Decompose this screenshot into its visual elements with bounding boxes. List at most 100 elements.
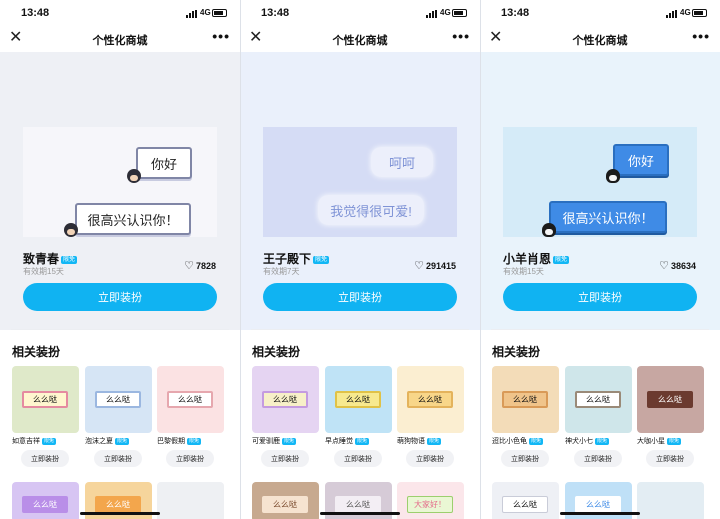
like-count[interactable]: ♡ 291415 bbox=[414, 259, 456, 272]
related-thumbnail[interactable]: 么么哒 bbox=[12, 366, 79, 433]
related-apply-button[interactable]: 立即装扮 bbox=[261, 450, 309, 467]
nav-bar: ✕ 个性化商城 ••• bbox=[480, 26, 720, 52]
battery-icon bbox=[452, 9, 467, 17]
related-card[interactable]: 么么哒 迢比小色龟 限免 立即装扮 bbox=[492, 366, 559, 467]
preview-bubble-1: 你好 bbox=[136, 147, 192, 179]
related-apply-button[interactable]: 立即装扮 bbox=[21, 450, 69, 467]
related-card[interactable]: 么么哒 萌狗物语 限免 立即装扮 bbox=[397, 366, 464, 467]
related-thumbnail[interactable]: 么么哒 bbox=[637, 366, 704, 433]
related-thumbnail[interactable]: 么么哒 bbox=[397, 366, 464, 433]
related-card[interactable]: 么么哒 大咖小星 限免 立即装扮 bbox=[637, 366, 704, 467]
related-thumbnail[interactable]: 大家好！ bbox=[397, 482, 464, 519]
home-indicator bbox=[320, 512, 400, 515]
related-apply-button[interactable]: 立即装扮 bbox=[334, 450, 382, 467]
status-time: 13:48 bbox=[261, 7, 290, 19]
related-name: 大咖小星 限免 bbox=[637, 438, 682, 445]
bubble-preview: 你好 很高兴认识你！ bbox=[503, 127, 697, 237]
page-title: 个性化商城 bbox=[92, 35, 148, 47]
section-title: 相关装扮 bbox=[12, 345, 61, 359]
related-name: 泡沫之夏 限免 bbox=[85, 438, 130, 445]
related-thumbnail[interactable]: 么么哒 bbox=[565, 366, 632, 433]
related-thumbnail[interactable] bbox=[637, 482, 704, 519]
like-count[interactable]: ♡ 38634 bbox=[659, 259, 696, 272]
battery-icon bbox=[212, 9, 227, 17]
related-name: 如意吉祥 限免 bbox=[12, 438, 57, 445]
divider bbox=[11, 329, 229, 330]
signal-icon bbox=[666, 10, 678, 18]
preview-bubble-2: 我觉得很可爱! bbox=[318, 195, 424, 225]
apply-button[interactable]: 立即装扮 bbox=[503, 283, 697, 311]
status-time: 13:48 bbox=[21, 7, 50, 19]
related-thumbnail[interactable]: 么么哒 bbox=[252, 366, 319, 433]
theme-name: 小羊肖恩 限免 bbox=[503, 252, 570, 266]
network-label: 4G bbox=[200, 8, 211, 17]
more-options-icon[interactable]: ••• bbox=[452, 28, 470, 44]
phone-screen-3: 13:48 4G ✕ 个性化商城 ••• 你好 很高兴认识你！ 小羊肖恩 限免 有… bbox=[480, 0, 720, 519]
related-apply-button[interactable]: 立即装扮 bbox=[646, 450, 694, 467]
nav-bar: ✕ 个性化商城 ••• bbox=[0, 26, 240, 52]
related-name: 萌狗物语 限免 bbox=[397, 438, 442, 445]
phone-screen-2: 13:48 4G ✕ 个性化商城 ••• 呵呵 我觉得很可爱! 王子殿下 限免 有… bbox=[240, 0, 480, 519]
related-card[interactable]: 么么哒 可爱驯鹿 限免 立即装扮 bbox=[252, 366, 319, 467]
related-card[interactable]: 么么哒 早点睡觉 限免 立即装扮 bbox=[325, 366, 392, 467]
related-card[interactable]: 么么哒 神犬小七 限免 立即装扮 bbox=[565, 366, 632, 467]
signal-icon bbox=[426, 10, 438, 18]
apply-button[interactable]: 立即装扮 bbox=[23, 283, 217, 311]
related-thumbnail[interactable] bbox=[157, 482, 224, 519]
preview-bubble-1: 你好 bbox=[613, 144, 669, 176]
avatar-icon bbox=[64, 223, 78, 237]
sheep-avatar-icon bbox=[606, 169, 620, 183]
related-thumbnail[interactable]: 么么哒 bbox=[252, 482, 319, 519]
panel-separator bbox=[480, 0, 481, 519]
status-bar: 13:48 4G bbox=[0, 0, 240, 26]
status-time: 13:48 bbox=[501, 7, 530, 19]
phone-screen-1: 13:48 4G ✕ 个性化商城 ••• 你好 很高兴认识你！ 致青春 限免 有效… bbox=[0, 0, 240, 519]
screenshot-collage: 13:48 4G ✕ 个性化商城 ••• 你好 很高兴认识你！ 致青春 限免 有效… bbox=[0, 0, 720, 519]
heart-icon: ♡ bbox=[659, 260, 669, 272]
related-apply-button[interactable]: 立即装扮 bbox=[406, 450, 454, 467]
related-card[interactable]: 么么哒 如意吉祥 限免 立即装扮 bbox=[12, 366, 79, 467]
sheep-avatar-icon bbox=[542, 223, 556, 237]
related-apply-button[interactable]: 立即装扮 bbox=[94, 450, 142, 467]
related-thumbnail[interactable]: 么么哒 bbox=[492, 366, 559, 433]
validity-text: 有效期7天 bbox=[263, 267, 300, 276]
related-thumbnail[interactable]: 么么哒 bbox=[157, 366, 224, 433]
preview-bubble-2: 很高兴认识你！ bbox=[75, 203, 191, 235]
related-name: 神犬小七 限免 bbox=[565, 438, 610, 445]
validity-text: 有效期15天 bbox=[503, 267, 544, 276]
heart-icon: ♡ bbox=[184, 260, 194, 272]
related-apply-button[interactable]: 立即装扮 bbox=[501, 450, 549, 467]
related-name: 可爱驯鹿 限免 bbox=[252, 438, 297, 445]
related-card[interactable]: 么么哒 巴黎假期 限免 立即装扮 bbox=[157, 366, 224, 467]
more-options-icon[interactable]: ••• bbox=[212, 28, 230, 44]
panel-separator bbox=[240, 0, 241, 519]
related-name: 巴黎假期 限免 bbox=[157, 438, 202, 445]
like-count[interactable]: ♡ 7828 bbox=[184, 259, 216, 272]
related-apply-button[interactable]: 立即装扮 bbox=[574, 450, 622, 467]
home-indicator bbox=[560, 512, 640, 515]
related-thumbnail[interactable]: 么么哒 bbox=[12, 482, 79, 519]
related-apply-button[interactable]: 立即装扮 bbox=[166, 450, 214, 467]
divider bbox=[251, 329, 469, 330]
related-thumbnail[interactable]: 么么哒 bbox=[325, 366, 392, 433]
free-badge: 限免 bbox=[313, 256, 330, 264]
related-card[interactable]: 么么哒 泡沫之夏 限免 立即装扮 bbox=[85, 366, 152, 467]
status-bar: 13:48 4G bbox=[480, 0, 720, 26]
more-options-icon[interactable]: ••• bbox=[692, 28, 710, 44]
related-name: 早点睡觉 限免 bbox=[325, 438, 370, 445]
preview-bubble-1: 呵呵 bbox=[371, 147, 433, 177]
signal-icon bbox=[186, 10, 198, 18]
home-indicator bbox=[80, 512, 160, 515]
related-thumbnail[interactable]: 么么哒 bbox=[85, 366, 152, 433]
network-label: 4G bbox=[440, 8, 451, 17]
theme-name: 王子殿下 限免 bbox=[263, 252, 330, 266]
battery-icon bbox=[692, 9, 707, 17]
free-badge: 限免 bbox=[61, 256, 78, 264]
bubble-preview: 呵呵 我觉得很可爱! bbox=[263, 127, 457, 237]
heart-icon: ♡ bbox=[414, 260, 424, 272]
nav-bar: ✕ 个性化商城 ••• bbox=[240, 26, 480, 52]
preview-bubble-2: 很高兴认识你！ bbox=[549, 201, 667, 233]
apply-button[interactable]: 立即装扮 bbox=[263, 283, 457, 311]
bubble-preview: 你好 很高兴认识你！ bbox=[23, 127, 217, 237]
related-thumbnail[interactable]: 么么哒 bbox=[492, 482, 559, 519]
